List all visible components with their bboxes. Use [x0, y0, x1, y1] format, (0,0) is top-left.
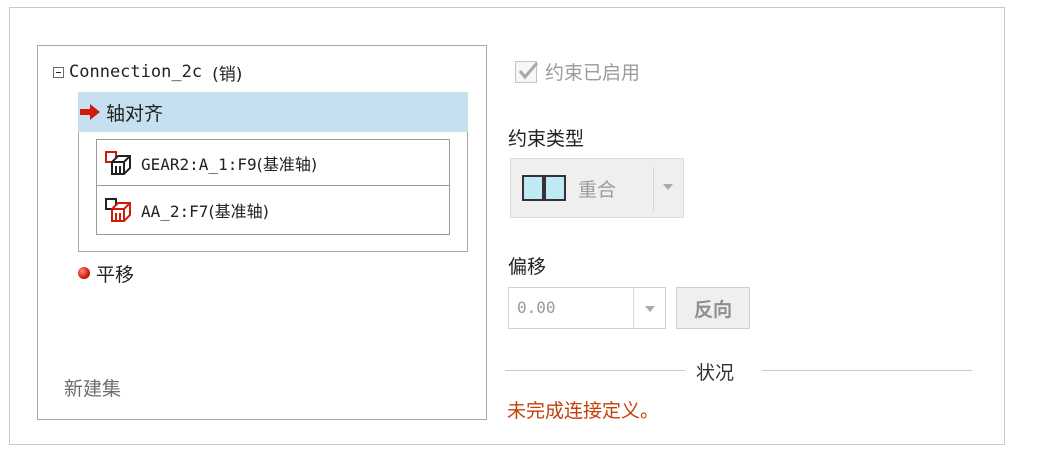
divider — [505, 370, 685, 371]
reference-item[interactable]: AA_2:F7(基准轴) — [96, 186, 450, 235]
coincident-icon — [522, 175, 566, 201]
arrow-right-icon — [80, 104, 100, 120]
constraint-translation[interactable]: 平移 — [78, 260, 134, 286]
reference-code: AA_2:F7 — [141, 202, 209, 221]
connection-name: Connection_2c — [69, 62, 203, 82]
offset-label: 偏移 — [508, 256, 547, 278]
constraint-enabled-label: 约束已启用 — [545, 62, 641, 84]
new-set-link[interactable]: 新建集 — [64, 374, 121, 401]
connection-type: (销) — [212, 64, 243, 85]
reference-kind: (基准轴) — [256, 154, 318, 174]
constraint-type-label: 约束类型 — [508, 128, 585, 150]
constraint-enabled-checkbox[interactable]: 约束已启用 — [515, 58, 640, 85]
status-title: 状况 — [696, 362, 735, 384]
flip-button[interactable]: 反向 — [676, 287, 750, 329]
reference-item[interactable]: GEAR2:A_1:F9(基准轴) — [96, 139, 450, 186]
tree-root-connection[interactable]: Connection_2c (销) — [53, 60, 243, 85]
status-message: 未完成连接定义。 — [507, 400, 660, 422]
chevron-down-icon[interactable] — [663, 184, 673, 190]
status-dot-icon — [78, 267, 90, 279]
divider — [762, 370, 972, 371]
dropdown-divider — [653, 167, 654, 211]
constraint-type-dropdown[interactable]: 重合 — [510, 158, 684, 218]
checkbox-checked-icon[interactable] — [515, 60, 539, 83]
offset-combobox[interactable]: 0.00 — [508, 287, 666, 329]
constraint-axis-alignment[interactable]: 轴对齐 — [78, 92, 468, 132]
constraint-label: 平移 — [96, 263, 135, 286]
chevron-down-icon[interactable] — [645, 306, 655, 312]
dropdown-divider — [633, 288, 634, 328]
reference-kind: (基准轴) — [208, 202, 269, 221]
constraint-label: 轴对齐 — [106, 102, 164, 125]
datum-axis-icon — [105, 198, 131, 222]
datum-axis-icon — [105, 150, 131, 175]
reference-code: GEAR2:A_1:F9 — [141, 154, 257, 174]
collapse-icon[interactable] — [53, 66, 64, 78]
constraint-type-value: 重合 — [578, 178, 617, 201]
offset-value[interactable]: 0.00 — [517, 298, 556, 317]
